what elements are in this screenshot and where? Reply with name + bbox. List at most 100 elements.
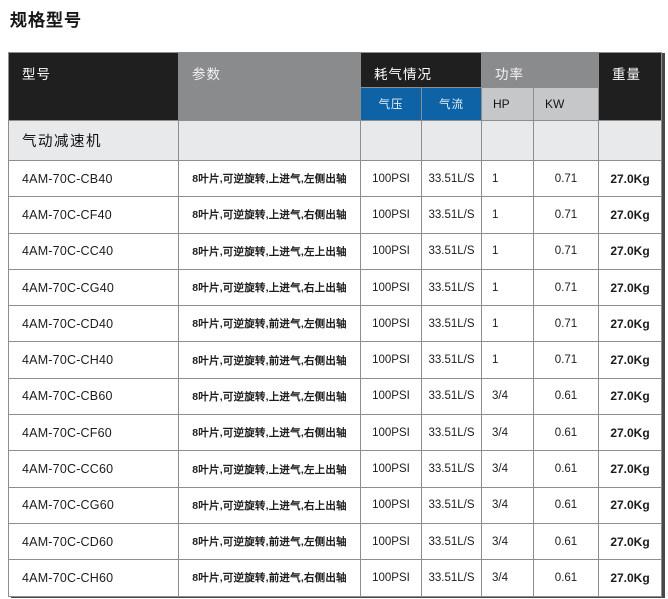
weight-cell: 27.0Kg xyxy=(599,161,662,197)
hp-cell: 3/4 xyxy=(482,451,534,487)
flow-cell: 33.51L/S xyxy=(422,269,482,305)
flow-cell: 33.51L/S xyxy=(422,487,482,523)
page-title: 规格型号 xyxy=(10,6,82,31)
hp-cell: 3/4 xyxy=(482,487,534,523)
model-cell: 4AM-70C-CH60 xyxy=(9,560,179,596)
hp-cell: 3/4 xyxy=(482,560,534,596)
table-row: 4AM-70C-CC408叶片,可逆旋转,上进气,左上出轴100PSI33.51… xyxy=(9,233,662,269)
params-cell: 8叶片,可逆旋转,前进气,左侧出轴 xyxy=(179,523,361,559)
hp-cell: 1 xyxy=(482,197,534,233)
table-row: 4AM-70C-CD408叶片,可逆旋转,前进气,左侧出轴100PSI33.51… xyxy=(9,306,662,342)
kw-cell: 0.61 xyxy=(534,415,599,451)
params-cell: 8叶片,可逆旋转,上进气,左侧出轴 xyxy=(179,378,361,414)
model-cell: 4AM-70C-CD40 xyxy=(9,306,179,342)
header-hp: HP xyxy=(482,88,534,121)
category-empty-cell xyxy=(361,121,422,161)
table-row: 4AM-70C-CC608叶片,可逆旋转,上进气,左上出轴100PSI33.51… xyxy=(9,451,662,487)
header-row-1: 型号 参数 耗气情况 功率 重量 xyxy=(9,53,662,88)
kw-cell: 0.71 xyxy=(534,306,599,342)
hp-cell: 1 xyxy=(482,269,534,305)
params-cell: 8叶片,可逆旋转,上进气,右侧出轴 xyxy=(179,197,361,233)
params-cell: 8叶片,可逆旋转,上进气,右上出轴 xyxy=(179,487,361,523)
model-cell: 4AM-70C-CD60 xyxy=(9,523,179,559)
model-cell: 4AM-70C-CB60 xyxy=(9,378,179,414)
category-label: 气动减速机 xyxy=(9,121,179,161)
hp-cell: 3/4 xyxy=(482,523,534,559)
table-row: 4AM-70C-CG408叶片,可逆旋转,上进气,右上出轴100PSI33.51… xyxy=(9,269,662,305)
weight-cell: 27.0Kg xyxy=(599,378,662,414)
params-cell: 8叶片,可逆旋转,上进气,左上出轴 xyxy=(179,451,361,487)
pressure-cell: 100PSI xyxy=(361,415,422,451)
pressure-cell: 100PSI xyxy=(361,487,422,523)
header-air-flow: 气流 xyxy=(422,88,482,121)
model-cell: 4AM-70C-CG60 xyxy=(9,487,179,523)
flow-cell: 33.51L/S xyxy=(422,523,482,559)
pressure-cell: 100PSI xyxy=(361,161,422,197)
flow-cell: 33.51L/S xyxy=(422,415,482,451)
weight-cell: 27.0Kg xyxy=(599,487,662,523)
table-row: 4AM-70C-CB608叶片,可逆旋转,上进气,左侧出轴100PSI33.51… xyxy=(9,378,662,414)
flow-cell: 33.51L/S xyxy=(422,560,482,596)
hp-cell: 1 xyxy=(482,342,534,378)
model-cell: 4AM-70C-CG40 xyxy=(9,269,179,305)
model-cell: 4AM-70C-CF40 xyxy=(9,197,179,233)
weight-cell: 27.0Kg xyxy=(599,197,662,233)
spec-table: 型号 参数 耗气情况 功率 重量 气压 气流 HP KW 气动减速机 xyxy=(8,52,662,597)
kw-cell: 0.71 xyxy=(534,269,599,305)
table-header: 型号 参数 耗气情况 功率 重量 气压 气流 HP KW xyxy=(9,53,662,121)
flow-cell: 33.51L/S xyxy=(422,233,482,269)
kw-cell: 0.71 xyxy=(534,233,599,269)
weight-cell: 27.0Kg xyxy=(599,306,662,342)
hp-cell: 1 xyxy=(482,161,534,197)
kw-cell: 0.61 xyxy=(534,451,599,487)
hp-cell: 1 xyxy=(482,233,534,269)
category-empty-cell xyxy=(534,121,599,161)
kw-cell: 0.71 xyxy=(534,197,599,233)
weight-cell: 27.0Kg xyxy=(599,233,662,269)
pressure-cell: 100PSI xyxy=(361,197,422,233)
header-weight: 重量 xyxy=(599,53,662,121)
category-empty-cell xyxy=(179,121,361,161)
header-model: 型号 xyxy=(9,53,179,121)
category-row: 气动减速机 xyxy=(9,121,662,161)
header-params: 参数 xyxy=(179,53,361,121)
kw-cell: 0.71 xyxy=(534,342,599,378)
table-row: 4AM-70C-CH408叶片,可逆旋转,前进气,右侧出轴100PSI33.51… xyxy=(9,342,662,378)
table-row: 4AM-70C-CH608叶片,可逆旋转,前进气,右侧出轴100PSI33.51… xyxy=(9,560,662,596)
pressure-cell: 100PSI xyxy=(361,523,422,559)
category-empty-cell xyxy=(482,121,534,161)
table-row: 4AM-70C-CG608叶片,可逆旋转,上进气,右上出轴100PSI33.51… xyxy=(9,487,662,523)
pressure-cell: 100PSI xyxy=(361,378,422,414)
model-cell: 4AM-70C-CH40 xyxy=(9,342,179,378)
weight-cell: 27.0Kg xyxy=(599,415,662,451)
params-cell: 8叶片,可逆旋转,上进气,右侧出轴 xyxy=(179,415,361,451)
weight-cell: 27.0Kg xyxy=(599,451,662,487)
model-cell: 4AM-70C-CC60 xyxy=(9,451,179,487)
flow-cell: 33.51L/S xyxy=(422,342,482,378)
table-row: 4AM-70C-CF608叶片,可逆旋转,上进气,右侧出轴100PSI33.51… xyxy=(9,415,662,451)
flow-cell: 33.51L/S xyxy=(422,378,482,414)
flow-cell: 33.51L/S xyxy=(422,161,482,197)
params-cell: 8叶片,可逆旋转,上进气,右上出轴 xyxy=(179,269,361,305)
kw-cell: 0.71 xyxy=(534,161,599,197)
hp-cell: 1 xyxy=(482,306,534,342)
category-empty-cell xyxy=(422,121,482,161)
header-air-pressure: 气压 xyxy=(361,88,422,121)
category-empty-cell xyxy=(599,121,662,161)
header-kw: KW xyxy=(534,88,599,121)
table-row: 4AM-70C-CB408叶片,可逆旋转,上进气,左侧出轴100PSI33.51… xyxy=(9,161,662,197)
params-cell: 8叶片,可逆旋转,前进气,左侧出轴 xyxy=(179,306,361,342)
kw-cell: 0.61 xyxy=(534,560,599,596)
params-cell: 8叶片,可逆旋转,前进气,右侧出轴 xyxy=(179,560,361,596)
kw-cell: 0.61 xyxy=(534,523,599,559)
model-cell: 4AM-70C-CB40 xyxy=(9,161,179,197)
header-power: 功率 xyxy=(482,53,599,88)
params-cell: 8叶片,可逆旋转,上进气,左侧出轴 xyxy=(179,161,361,197)
params-cell: 8叶片,可逆旋转,上进气,左上出轴 xyxy=(179,233,361,269)
pressure-cell: 100PSI xyxy=(361,451,422,487)
pressure-cell: 100PSI xyxy=(361,233,422,269)
spec-table-wrapper: 型号 参数 耗气情况 功率 重量 气压 气流 HP KW 气动减速机 xyxy=(8,52,661,597)
hp-cell: 3/4 xyxy=(482,378,534,414)
weight-cell: 27.0Kg xyxy=(599,342,662,378)
table-body: 气动减速机 4AM-70C-CB408叶片,可逆旋转,上进气,左侧出轴100PS… xyxy=(9,121,662,597)
